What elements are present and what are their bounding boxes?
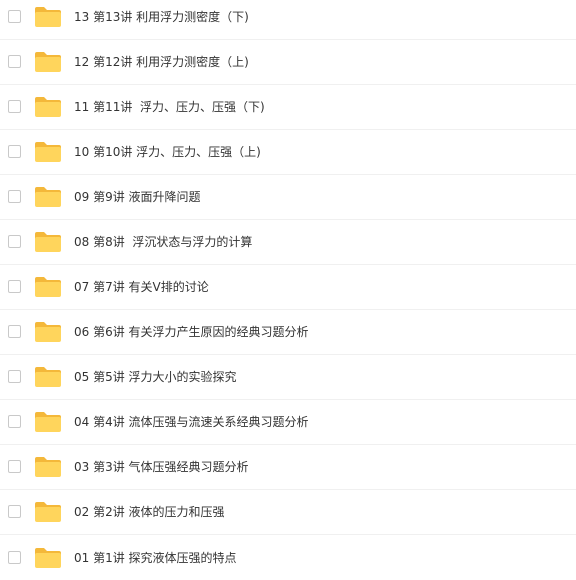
folder-icon — [34, 231, 62, 253]
list-item[interactable]: 07 第7讲 有关V排的讨论 — [0, 265, 576, 310]
list-item[interactable]: 12 第12讲 利用浮力测密度（上) — [0, 40, 576, 85]
folder-icon — [34, 366, 62, 388]
folder-icon — [34, 141, 62, 163]
file-name[interactable]: 10 第10讲 浮力、压力、压强（上) — [74, 144, 261, 160]
folder-icon — [34, 321, 62, 343]
folder-icon — [34, 547, 62, 569]
checkbox[interactable] — [8, 550, 21, 564]
file-name[interactable]: 01 第1讲 探究液体压强的特点 — [74, 550, 237, 566]
file-name[interactable]: 07 第7讲 有关V排的讨论 — [74, 279, 209, 295]
folder-icon — [34, 456, 62, 478]
checkbox[interactable] — [8, 325, 21, 338]
checkbox[interactable] — [8, 460, 21, 473]
checkbox[interactable] — [8, 10, 21, 23]
list-item[interactable]: 02 第2讲 液体的压力和压强 — [0, 490, 576, 535]
folder-icon — [34, 501, 62, 523]
checkbox[interactable] — [8, 415, 21, 428]
list-item[interactable]: 09 第9讲 液面升降问题 — [0, 175, 576, 220]
list-item[interactable]: 13 第13讲 利用浮力测密度（下) — [0, 0, 576, 40]
list-item[interactable]: 03 第3讲 气体压强经典习题分析 — [0, 445, 576, 490]
folder-icon — [34, 186, 62, 208]
folder-icon — [34, 51, 62, 73]
file-name[interactable]: 06 第6讲 有关浮力产生原因的经典习题分析 — [74, 324, 309, 340]
checkbox[interactable] — [8, 370, 21, 383]
file-name[interactable]: 02 第2讲 液体的压力和压强 — [74, 504, 225, 520]
checkbox[interactable] — [8, 505, 21, 518]
file-name[interactable]: 12 第12讲 利用浮力测密度（上) — [74, 54, 249, 70]
list-item[interactable]: 10 第10讲 浮力、压力、压强（上) — [0, 130, 576, 175]
checkbox[interactable] — [8, 100, 21, 113]
file-list: 13 第13讲 利用浮力测密度（下) 12 第12讲 利用浮力测密度（上) 11… — [0, 0, 576, 577]
list-item[interactable]: 04 第4讲 流体压强与流速关系经典习题分析 — [0, 400, 576, 445]
checkbox[interactable] — [8, 145, 21, 158]
file-name[interactable]: 09 第9讲 液面升降问题 — [74, 189, 201, 205]
checkbox[interactable] — [8, 190, 21, 203]
folder-icon — [34, 276, 62, 298]
file-name[interactable]: 05 第5讲 浮力大小的实验探究 — [74, 369, 237, 385]
list-item[interactable]: 01 第1讲 探究液体压强的特点 — [0, 535, 576, 580]
folder-icon — [34, 411, 62, 433]
file-name[interactable]: 11 第11讲 浮力、压力、压强（下) — [74, 99, 265, 115]
list-item[interactable]: 05 第5讲 浮力大小的实验探究 — [0, 355, 576, 400]
file-name[interactable]: 03 第3讲 气体压强经典习题分析 — [74, 459, 249, 475]
file-name[interactable]: 13 第13讲 利用浮力测密度（下) — [74, 9, 249, 25]
file-name[interactable]: 04 第4讲 流体压强与流速关系经典习题分析 — [74, 414, 309, 430]
list-item[interactable]: 11 第11讲 浮力、压力、压强（下) — [0, 85, 576, 130]
list-item[interactable]: 08 第8讲 浮沉状态与浮力的计算 — [0, 220, 576, 265]
checkbox[interactable] — [8, 235, 21, 248]
list-item[interactable]: 06 第6讲 有关浮力产生原因的经典习题分析 — [0, 310, 576, 355]
folder-icon — [34, 96, 62, 118]
folder-icon — [34, 6, 62, 28]
checkbox[interactable] — [8, 55, 21, 68]
checkbox[interactable] — [8, 280, 21, 293]
file-name[interactable]: 08 第8讲 浮沉状态与浮力的计算 — [74, 234, 252, 250]
